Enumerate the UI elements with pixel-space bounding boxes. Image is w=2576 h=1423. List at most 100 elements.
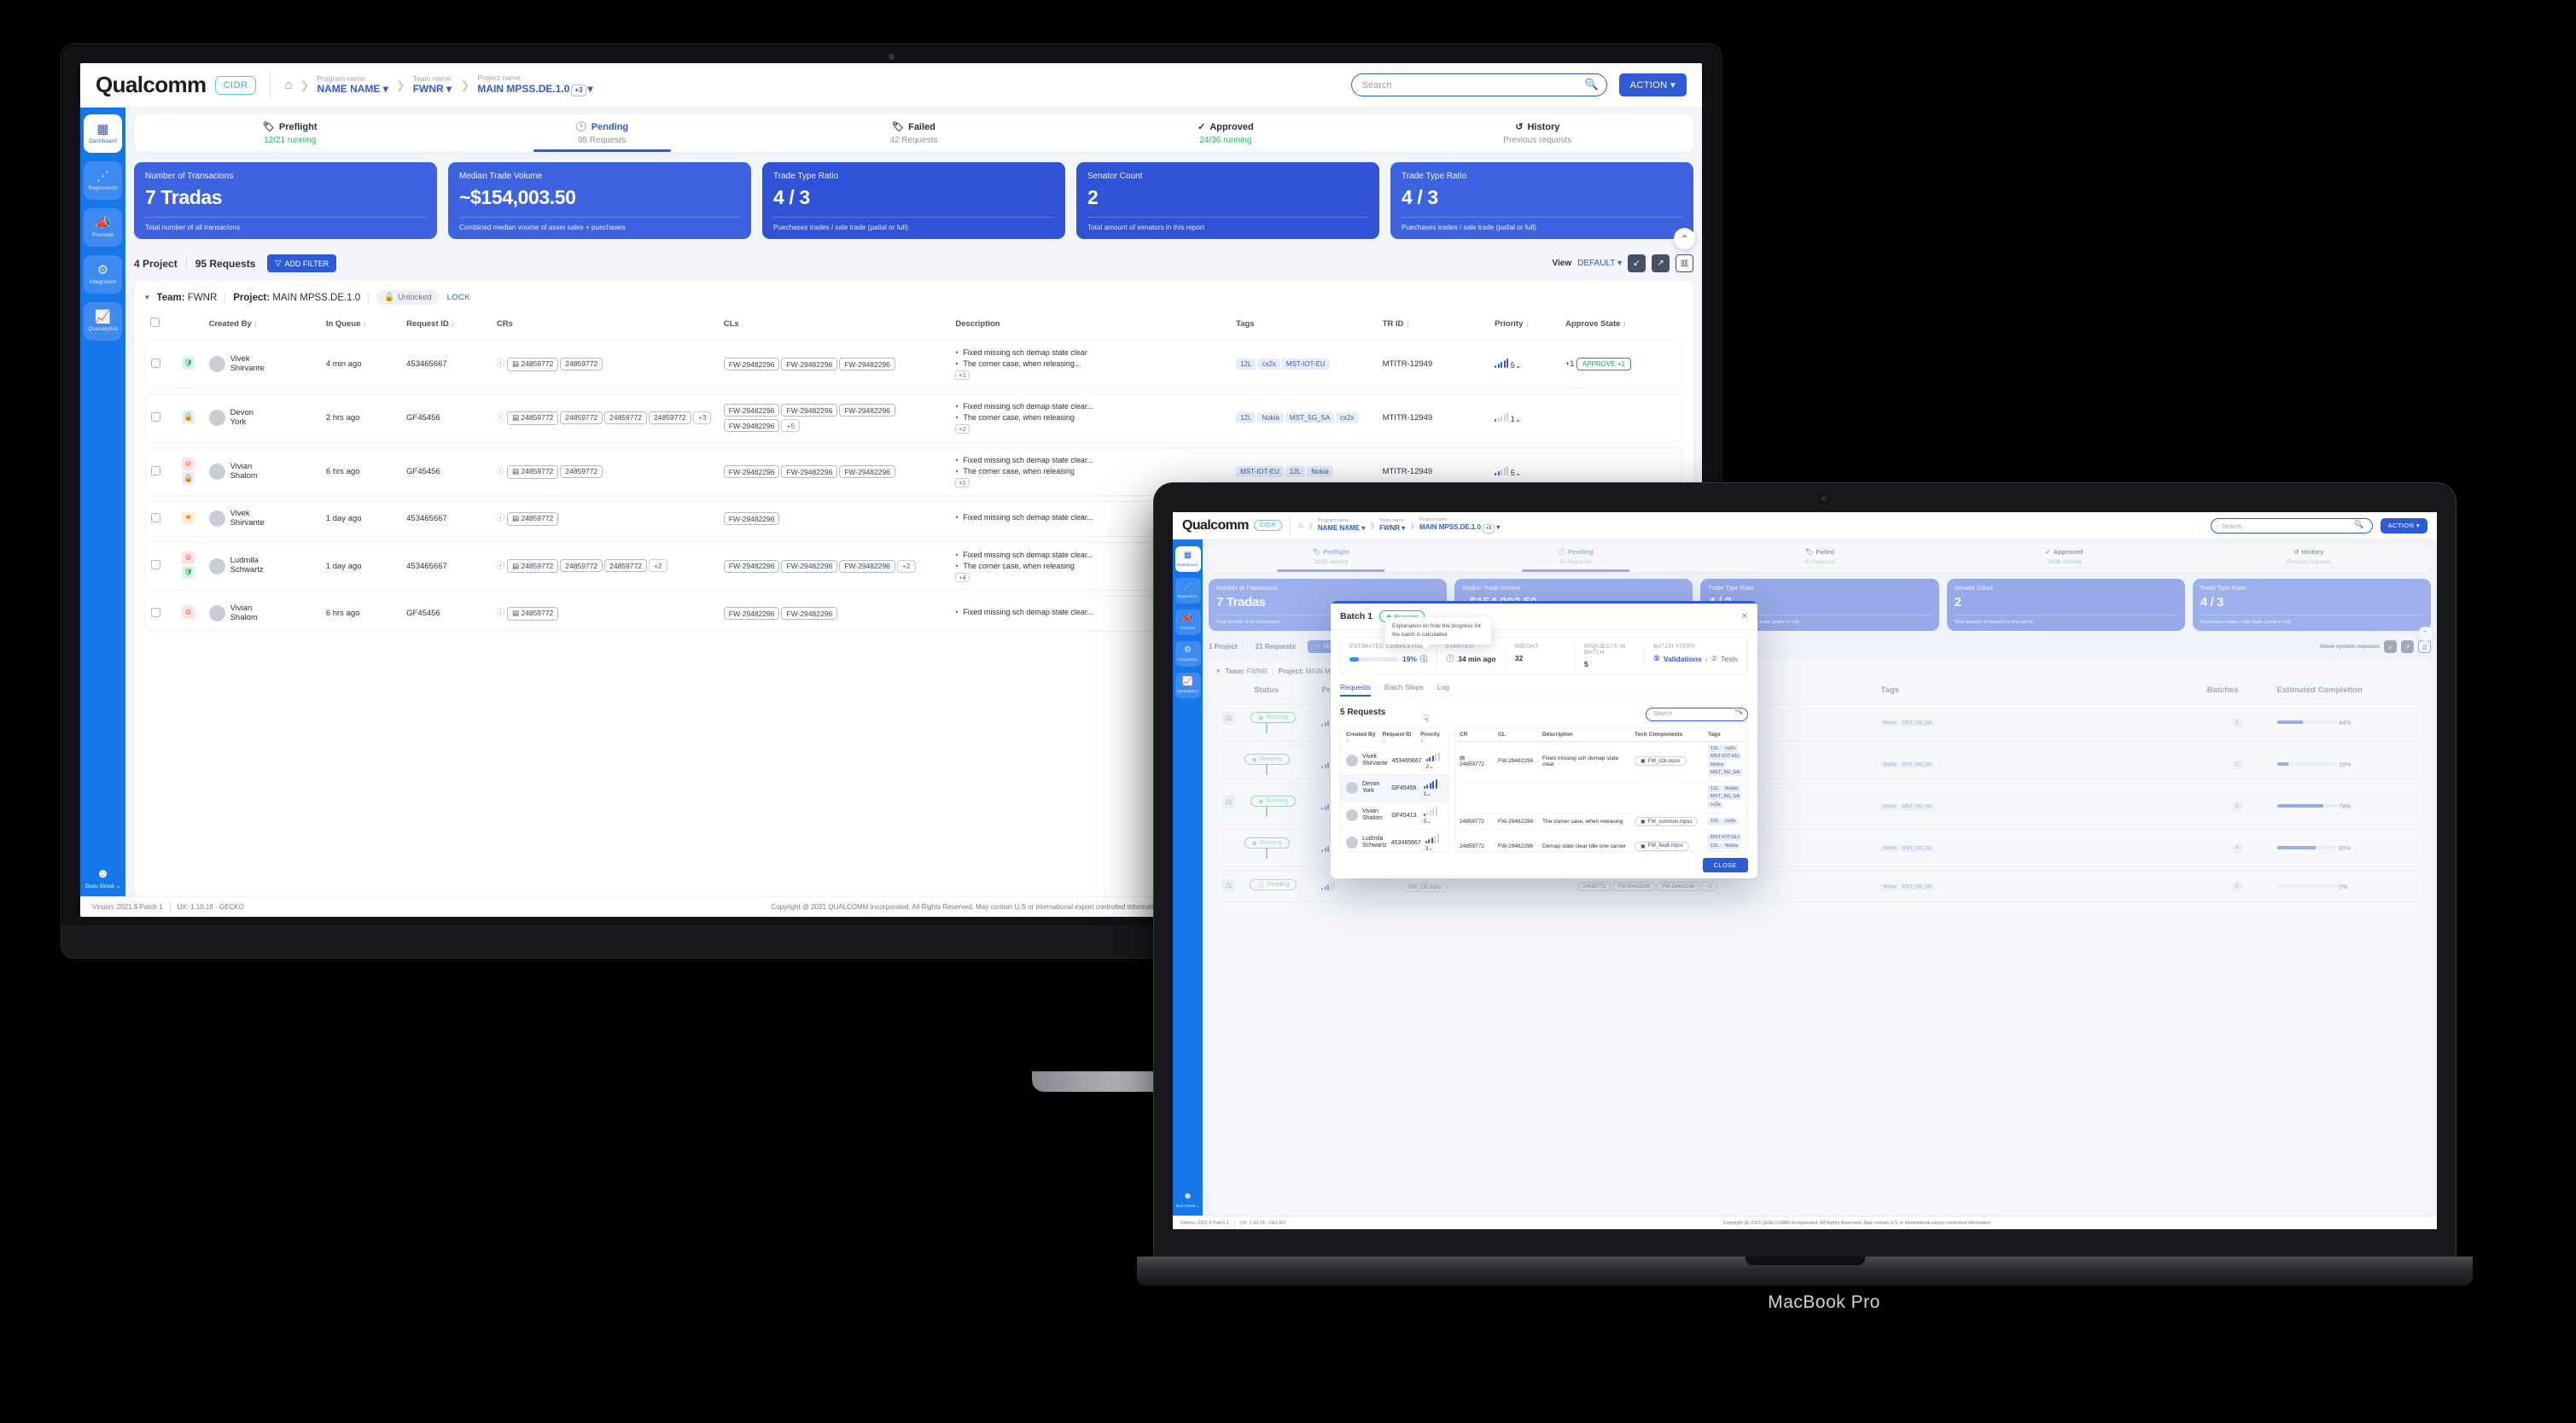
close-button[interactable]: CLOSE — [1702, 858, 1748, 872]
col-created-by[interactable]: Created By ↓ — [1346, 732, 1378, 744]
tag-chip[interactable]: Nokia — [1307, 466, 1333, 477]
step-2-badge[interactable]: ② — [1711, 654, 1718, 663]
cl-overflow-chip[interactable]: +5 — [781, 419, 801, 432]
search-icon[interactable]: 🔍 — [1584, 78, 1598, 91]
table-row[interactable]: 🛡 Vivek Shirvante 4 min ago 453465667 ⓘ ▤… — [145, 340, 1682, 388]
table-row[interactable]: 🔒 Devon York 2 hrs ago GF45456 ⓘ ▤ 248597… — [145, 394, 1682, 442]
priority[interactable]: 5⌄ — [1423, 806, 1443, 825]
description-overflow[interactable]: +1 — [955, 478, 970, 487]
step-1-label[interactable]: Validations — [1664, 655, 1702, 663]
sidebar-item-regression[interactable]: ⋰ Regression — [1174, 578, 1201, 604]
row-checkbox[interactable] — [151, 560, 160, 570]
cl-chip[interactable]: FW-29482296 — [839, 465, 895, 478]
status-tab-pending[interactable]: 🕐Pending 95 Requests — [446, 121, 757, 152]
info-icon[interactable]: ⓘ — [497, 359, 505, 369]
row-checkbox[interactable] — [151, 465, 160, 475]
breadcrumb-project[interactable]: Project name: MAIN MPSS.DE.1.0 +3 ▾ — [477, 73, 593, 96]
tech-component-chip[interactable]: ▣ FW_common.mpss — [1635, 817, 1699, 826]
select-all-header[interactable] — [145, 318, 177, 335]
description-overflow[interactable]: +4 — [955, 572, 970, 582]
modal-search-input[interactable] — [1646, 707, 1748, 721]
row-priority[interactable]: 5⌄ — [1489, 340, 1560, 388]
group-collapse-caret-icon[interactable]: ▾ — [145, 293, 149, 302]
info-icon[interactable]: ⓘ — [497, 609, 505, 618]
sidebar-item-promote[interactable]: 📣 Promote — [84, 208, 122, 247]
tab-requests[interactable]: Requests — [1340, 683, 1371, 697]
table-row[interactable]: 24859772 FW-29482296 The corner case, wh… — [1455, 813, 1747, 831]
info-icon[interactable]: ⓘ — [497, 562, 505, 571]
col-in-queue[interactable]: In Queue ↓ — [321, 318, 401, 335]
cr-chip[interactable]: 24859772 — [560, 411, 603, 424]
list-item[interactable]: Vivek Shirvante 453465667 2⌄ — [1341, 746, 1448, 774]
cl-chip[interactable]: FW-29482296 — [839, 559, 895, 573]
row-checkbox-cell[interactable] — [145, 541, 178, 591]
cl-chip[interactable]: FW-29482296 — [781, 465, 838, 478]
list-item[interactable]: Devon York GF45456 1⌄ — [1341, 773, 1448, 802]
col-priority[interactable]: Priority ↓ — [1420, 732, 1443, 744]
kpi-card-2[interactable]: Trade Type Ratio 4 / 3 Puechases trades … — [762, 162, 1065, 239]
expand-rows-icon[interactable]: ↗ — [1652, 254, 1670, 272]
close-icon[interactable]: ✕ — [1741, 612, 1748, 621]
step-1-badge[interactable]: ① — [1653, 654, 1660, 663]
row-checkbox-cell[interactable] — [145, 501, 178, 537]
cl-chip[interactable]: FW-29482296 — [781, 404, 838, 417]
search-icon[interactable]: 🔍 — [1734, 707, 1743, 714]
tag-chip[interactable]: Nokia — [1722, 842, 1740, 849]
sidebar-item-dashboard[interactable]: ▦ Dashboard — [1174, 546, 1201, 572]
cr-chip[interactable]: ▤ 24859772 — [507, 606, 559, 621]
lock-action-button[interactable]: LOCK — [447, 293, 470, 302]
columns-icon[interactable]: ▥ — [1676, 254, 1693, 272]
row-checkbox-cell[interactable] — [145, 447, 178, 496]
priority[interactable]: 2⌄ — [1425, 751, 1443, 770]
breadcrumb-program[interactable]: Program name: NAME NAME ▾ — [1318, 518, 1366, 533]
tag-chip[interactable]: 12L — [1285, 466, 1306, 477]
tag-chip[interactable]: Nokia — [1257, 412, 1284, 423]
row-checkbox[interactable] — [151, 512, 160, 522]
sidebar-item-dashboard[interactable]: ▦ Dashboard — [84, 114, 122, 153]
tag-chip[interactable]: cx2x — [1722, 817, 1739, 825]
row-priority[interactable]: 1⌄ — [1489, 394, 1560, 442]
status-tab-failed[interactable]: 🏷Failed 42 Requests — [758, 121, 1069, 152]
sidebar-item-integration[interactable]: ⚙ Integration — [1174, 641, 1201, 667]
cl-chip[interactable]: FW-29482296 — [723, 559, 780, 573]
col-approve-state[interactable]: Approve State ↓ — [1560, 318, 1682, 335]
cl-chip[interactable]: FW-29482296 — [723, 512, 780, 526]
cr-chip[interactable]: ▤ 24859772 — [507, 559, 559, 574]
col-created-by[interactable]: Created By ↓ — [204, 318, 321, 335]
tag-chip[interactable]: MST-IOT-EU — [1281, 359, 1330, 370]
search-input[interactable] — [2210, 518, 2373, 534]
description-overflow[interactable]: +1 — [955, 370, 970, 380]
approve-state-badge[interactable]: APPROVE +1 — [1576, 358, 1631, 370]
status-tab-preflight[interactable]: 🏷Preflight 12/21 running — [134, 121, 446, 152]
status-tab-history[interactable]: ↺History Previous requests — [1382, 121, 1693, 152]
row-checkbox[interactable] — [151, 607, 160, 617]
search-icon[interactable]: 🔍 — [2354, 520, 2363, 529]
kpi-card-0[interactable]: Number of Transacions 7 Tradas Total num… — [134, 162, 437, 239]
cr-overflow-chip[interactable]: +2 — [648, 559, 667, 573]
tag-chip[interactable]: cx2x — [1257, 359, 1280, 370]
list-item[interactable]: Ludmila Schwartz 453465667 3⌄ — [1341, 828, 1448, 851]
cr-chip[interactable]: ▤ 24859772 — [507, 411, 559, 425]
cr-chip[interactable]: ▤ 24859772 — [507, 357, 559, 371]
cl-chip[interactable]: FW-29482296 — [723, 358, 780, 370]
sidebar-item-quanalytics[interactable]: 📈 Quanalytics — [84, 302, 122, 341]
cr-chip[interactable]: 24859772 — [604, 411, 647, 424]
breadcrumb-project[interactable]: Project name: MAIN MPSS.DE.1.0 +3 ▾ — [1419, 517, 1500, 534]
tag-chip[interactable]: 12L — [1236, 359, 1256, 370]
cr-overflow-chip[interactable]: +3 — [692, 411, 712, 424]
col-request-id[interactable]: Request ID ↓ — [1383, 732, 1416, 744]
table-row[interactable]: 24859772 FW-29482296 Demap state clear I… — [1455, 830, 1747, 852]
row-checkbox-cell[interactable] — [145, 340, 178, 388]
sidebar-user[interactable]: ☻ Guru Groot ⌄ — [85, 867, 121, 889]
tag-chip[interactable]: MST_5G_SA — [1285, 412, 1335, 423]
tag-chip[interactable]: Nokia — [1722, 784, 1740, 792]
cr-chip[interactable]: 24859772 — [560, 559, 603, 573]
tag-chip[interactable]: 12L — [1236, 412, 1256, 423]
kpi-card-3[interactable]: Senator Count 2 Total amount of senators… — [1076, 162, 1379, 239]
status-tab-approved[interactable]: ✓Approved 24/36 running — [1069, 121, 1381, 152]
step-2-label[interactable]: Tests — [1721, 655, 1738, 663]
sidebar-user[interactable]: ☻ Guru Groot ⌄ — [1176, 1193, 1200, 1209]
tag-chip[interactable]: MST-IOT-EU — [1708, 753, 1742, 760]
cl-chip[interactable]: FW-29482296 — [839, 404, 895, 417]
col-priority[interactable]: Priority ↓ — [1489, 318, 1560, 335]
